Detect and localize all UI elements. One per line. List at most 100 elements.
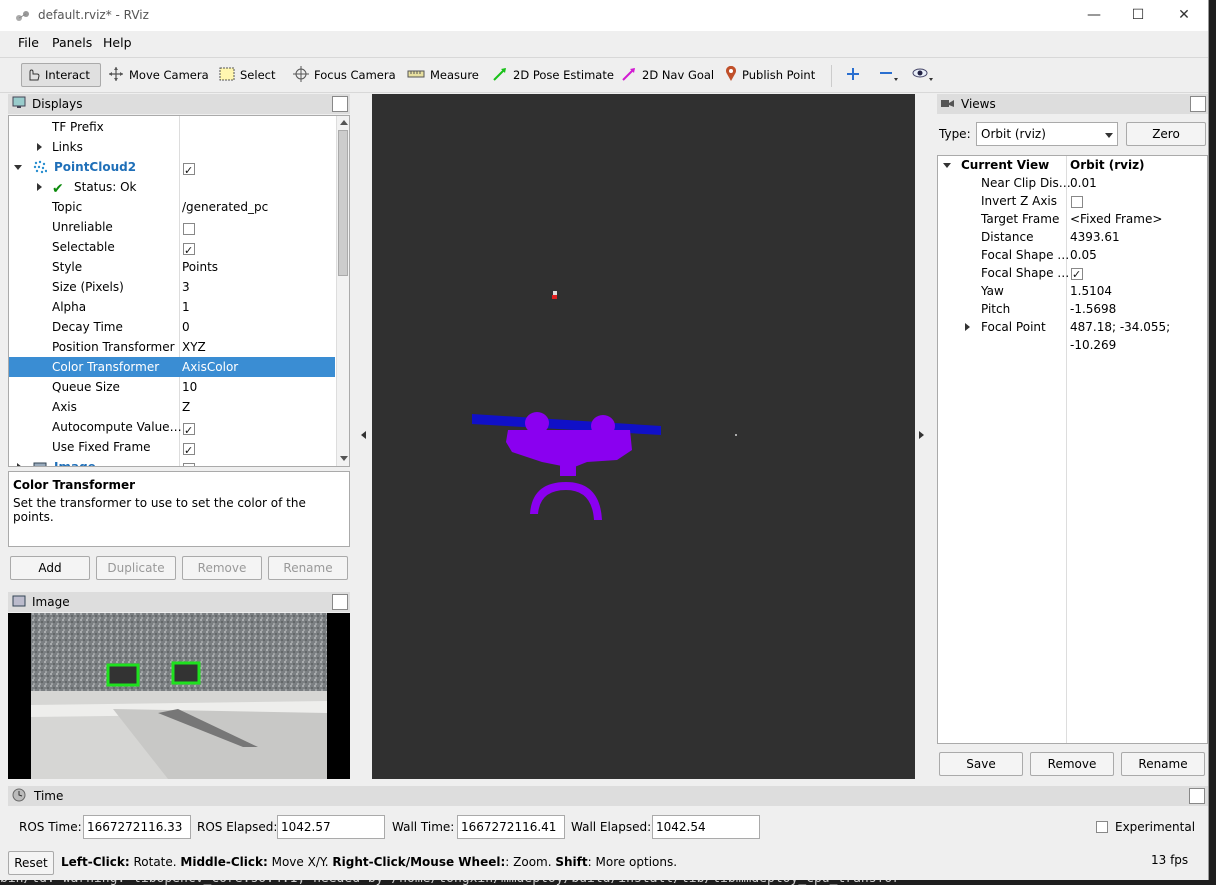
- collapse-arrow-icon[interactable]: [943, 163, 951, 168]
- zero-button[interactable]: Zero: [1126, 122, 1206, 146]
- remove-display-button[interactable]: Remove: [182, 556, 262, 580]
- display-row-autocompute[interactable]: Autocompute Value…: [9, 417, 335, 441]
- display-row-size[interactable]: Size (Pixels) 3: [9, 277, 335, 297]
- display-row-color-transformer[interactable]: Color Transformer AxisColor: [9, 357, 335, 377]
- add-display-button[interactable]: Add: [10, 556, 90, 580]
- display-row-selectable[interactable]: Selectable: [9, 237, 335, 261]
- displays-undock-button[interactable]: [332, 96, 348, 112]
- display-row-axis[interactable]: Axis Z: [9, 397, 335, 417]
- expand-arrow-icon[interactable]: [37, 143, 42, 151]
- expand-arrow-icon[interactable]: [37, 183, 42, 191]
- display-row-use-fixed-frame[interactable]: Use Fixed Frame: [9, 437, 335, 461]
- 2d-pose-estimate-tool[interactable]: 2D Pose Estimate: [488, 63, 618, 87]
- add-tool-button[interactable]: [842, 63, 864, 87]
- scroll-down-icon[interactable]: [340, 456, 348, 461]
- menu-file[interactable]: File: [18, 35, 39, 50]
- remove-view-button[interactable]: Remove: [1030, 752, 1114, 776]
- view-row-invert-z[interactable]: Invert Z Axis: [938, 192, 1207, 210]
- left-dock-collapse[interactable]: [356, 94, 368, 779]
- scroll-up-icon[interactable]: [340, 120, 348, 125]
- display-row-style[interactable]: Style Points: [9, 257, 335, 277]
- view-row-near-clip[interactable]: Near Clip Dis… 0.01: [938, 174, 1207, 192]
- hint-middle-click: Middle-Click:: [180, 855, 268, 869]
- focal-shape-fixed-checkbox[interactable]: [1071, 266, 1083, 284]
- view-row-distance[interactable]: Distance 4393.61: [938, 228, 1207, 246]
- move-camera-tool[interactable]: Move Camera: [104, 63, 213, 87]
- collapse-arrow-icon[interactable]: [14, 165, 22, 170]
- image-enabled-checkbox[interactable]: [183, 461, 195, 466]
- rename-view-button[interactable]: Rename: [1121, 752, 1205, 776]
- ros-elapsed-field[interactable]: 1042.57: [277, 815, 385, 839]
- experimental-label: Experimental: [1115, 820, 1196, 834]
- rename-display-button[interactable]: Rename: [268, 556, 348, 580]
- view-row-pitch[interactable]: Pitch -1.5698: [938, 300, 1207, 318]
- row-value: 0: [182, 320, 190, 334]
- focus-camera-label: Focus Camera: [314, 68, 396, 82]
- view-row-focal-shape-size[interactable]: Focal Shape … 0.05: [938, 246, 1207, 264]
- publish-point-tool[interactable]: Publish Point: [721, 63, 819, 87]
- 2d-nav-goal-tool[interactable]: 2D Nav Goal: [617, 63, 718, 87]
- menu-bar: File Panels Help: [0, 31, 1208, 55]
- unreliable-checkbox[interactable]: [183, 223, 195, 235]
- row-key: Queue Size: [52, 380, 120, 394]
- row-key: Style: [52, 260, 83, 274]
- camera-image-view: [8, 613, 350, 779]
- selectable-checkbox[interactable]: [183, 241, 195, 261]
- display-row-queue-size[interactable]: Queue Size 10: [9, 377, 335, 397]
- row-value: 1.5104: [1070, 284, 1112, 298]
- view-type-select[interactable]: Orbit (rviz): [976, 122, 1118, 146]
- save-view-button[interactable]: Save: [939, 752, 1023, 776]
- pointcloud2-enabled-checkbox[interactable]: [183, 161, 195, 181]
- measure-tool[interactable]: Measure: [403, 63, 483, 87]
- display-row-links[interactable]: Links: [9, 137, 335, 157]
- reset-button[interactable]: Reset: [8, 851, 54, 875]
- use-fixed-frame-checkbox[interactable]: [183, 441, 195, 461]
- collapse-left-icon[interactable]: [361, 431, 366, 439]
- display-row-alpha[interactable]: Alpha 1: [9, 297, 335, 317]
- right-dock-collapse[interactable]: [917, 94, 929, 779]
- ros-time-field[interactable]: 1667272116.33: [83, 815, 191, 839]
- scrollbar-thumb[interactable]: [338, 130, 348, 276]
- displays-scrollbar[interactable]: [336, 116, 349, 466]
- collapse-right-icon[interactable]: [919, 431, 924, 439]
- display-row-status[interactable]: ✔ Status: Ok: [9, 177, 335, 197]
- experimental-checkbox[interactable]: [1096, 821, 1108, 833]
- 3d-viewport[interactable]: [372, 94, 915, 779]
- display-row-topic[interactable]: Topic /generated_pc: [9, 197, 335, 217]
- expand-arrow-icon[interactable]: [17, 463, 22, 466]
- remove-tool-button[interactable]: [875, 63, 903, 87]
- window-title: default.rviz* - RViz: [38, 8, 149, 22]
- display-row-position-transformer[interactable]: Position Transformer XYZ: [9, 337, 335, 357]
- expand-arrow-icon[interactable]: [965, 323, 970, 331]
- display-row-pointcloud2[interactable]: PointCloud2: [9, 157, 335, 181]
- view-row-focal-shape-fixed[interactable]: Focal Shape …: [938, 264, 1207, 284]
- display-row-tf-prefix[interactable]: TF Prefix: [9, 117, 335, 137]
- view-row-target-frame[interactable]: Target Frame <Fixed Frame>: [938, 210, 1207, 228]
- displays-title: Displays: [32, 97, 83, 111]
- invert-z-checkbox[interactable]: [1071, 196, 1083, 208]
- menu-panels[interactable]: Panels: [52, 35, 92, 50]
- focus-camera-tool[interactable]: Focus Camera: [289, 63, 400, 87]
- time-undock-button[interactable]: [1189, 788, 1205, 804]
- views-undock-button[interactable]: [1190, 96, 1206, 112]
- wall-time-field[interactable]: 1667272116.41: [457, 815, 565, 839]
- image-panel-icon: [12, 595, 26, 610]
- display-row-unreliable[interactable]: Unreliable: [9, 217, 335, 237]
- select-tool[interactable]: Select: [215, 63, 279, 87]
- image-undock-button[interactable]: [332, 594, 348, 610]
- maximize-button[interactable]: ☐: [1116, 4, 1160, 26]
- display-row-decay-time[interactable]: Decay Time 0: [9, 317, 335, 337]
- menu-help[interactable]: Help: [103, 35, 132, 50]
- minimize-button[interactable]: —: [1072, 4, 1116, 26]
- duplicate-display-button[interactable]: Duplicate: [96, 556, 176, 580]
- views-tree: Current View Orbit (rviz) Near Clip Dis……: [937, 155, 1208, 744]
- view-row-current-view[interactable]: Current View Orbit (rviz): [938, 156, 1207, 174]
- wall-elapsed-field[interactable]: 1042.54: [652, 815, 760, 839]
- autocompute-checkbox[interactable]: [183, 421, 195, 441]
- view-row-focal-point[interactable]: Focal Point 487.18; -34.055; -10.269: [938, 318, 1207, 352]
- interact-tool[interactable]: Interact: [21, 63, 101, 87]
- eye-tool-button[interactable]: [908, 63, 938, 87]
- display-row-image[interactable]: Image: [9, 457, 335, 466]
- close-button[interactable]: ✕: [1162, 4, 1206, 26]
- view-row-yaw[interactable]: Yaw 1.5104: [938, 282, 1207, 300]
